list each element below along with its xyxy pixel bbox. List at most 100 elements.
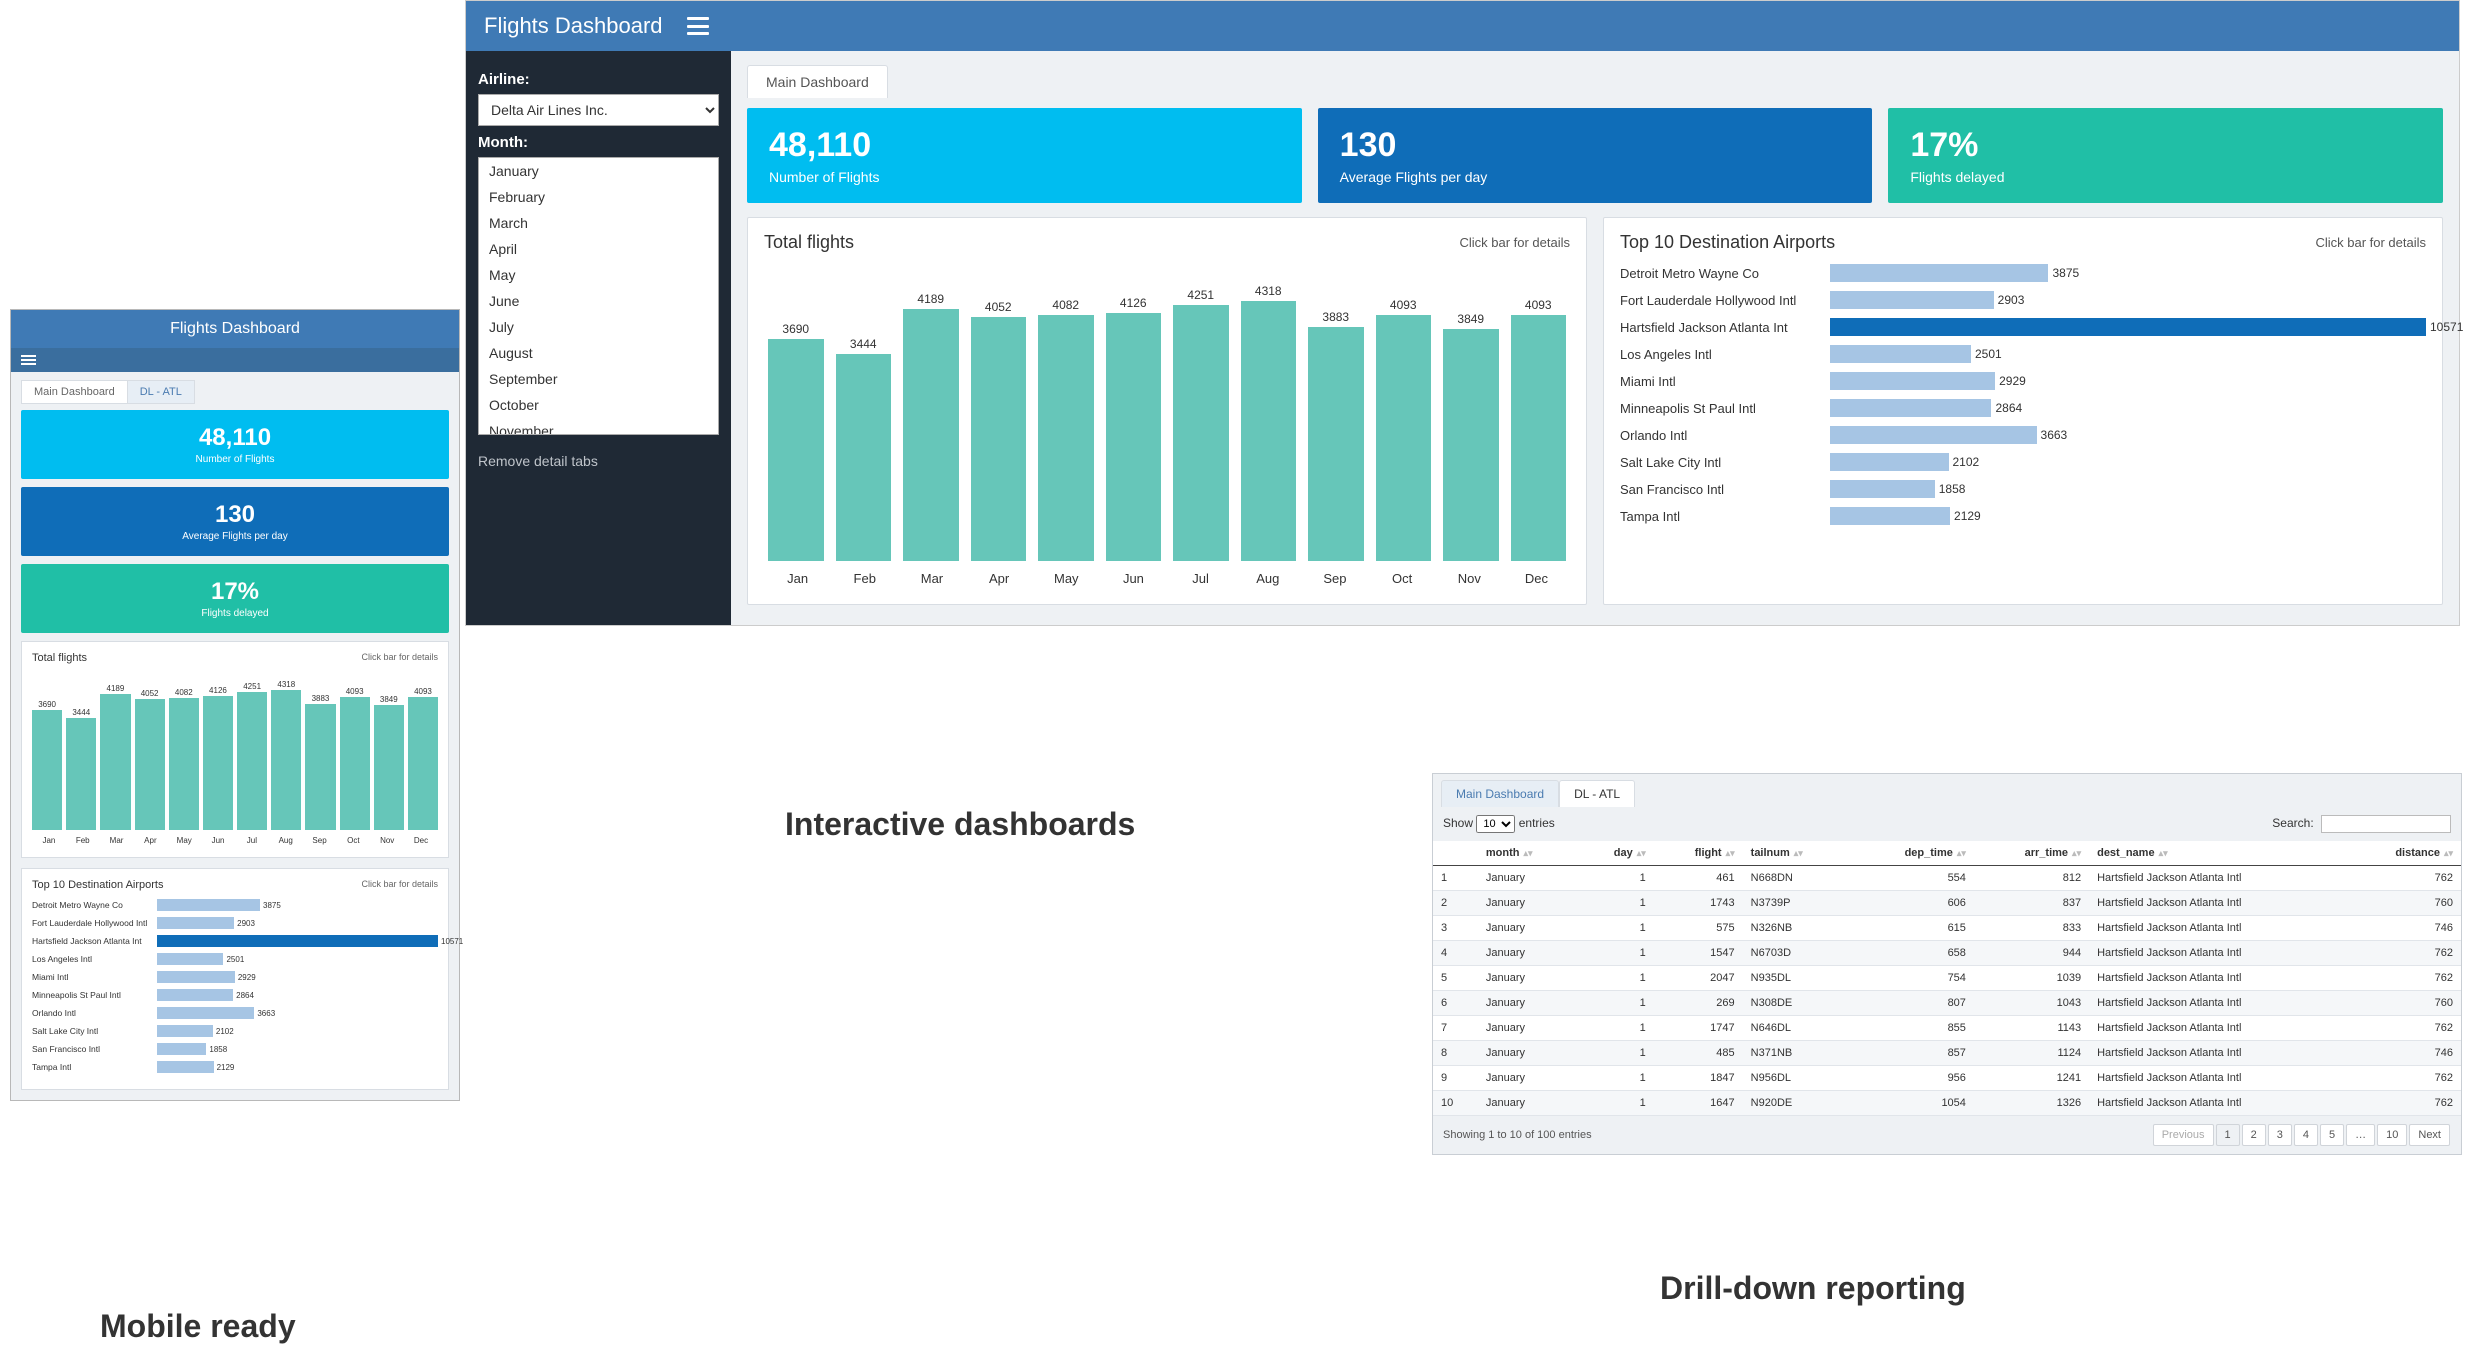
bar[interactable]: 3444 [836, 337, 892, 561]
drill-column-header[interactable]: dest_name▴▾ [2089, 841, 2344, 866]
bar[interactable]: 4093 [340, 687, 370, 830]
bar[interactable]: 4126 [1106, 296, 1162, 561]
month-option[interactable]: March [479, 210, 718, 236]
hbar-row[interactable]: Salt Lake City Intl2102 [1620, 450, 2426, 474]
hbar-row[interactable]: San Francisco Intl1858 [1620, 477, 2426, 501]
pager-page[interactable]: … [2346, 1124, 2375, 1146]
pager-prev[interactable]: Previous [2153, 1124, 2214, 1146]
month-option[interactable]: April [479, 236, 718, 262]
month-option[interactable]: February [479, 184, 718, 210]
hbar-row[interactable]: Hartsfield Jackson Atlanta Int10571 [32, 933, 438, 949]
bar[interactable]: 3444 [66, 708, 96, 830]
bar[interactable]: 4082 [169, 688, 199, 830]
tab-main-dashboard[interactable]: Main Dashboard [747, 65, 888, 98]
hbar-row[interactable]: Salt Lake City Intl2102 [32, 1023, 438, 1039]
hamburger-icon[interactable] [687, 17, 709, 35]
month-option[interactable]: June [479, 288, 718, 314]
month-listbox[interactable]: JanuaryFebruaryMarchAprilMayJuneJulyAugu… [478, 157, 719, 435]
pager-page[interactable]: 3 [2268, 1124, 2292, 1146]
bar[interactable]: 4052 [135, 689, 165, 830]
month-option[interactable]: January [479, 158, 718, 184]
month-option[interactable]: November [479, 418, 718, 435]
drill-column-header[interactable]: month▴▾ [1478, 841, 1578, 866]
bar[interactable]: 3690 [32, 700, 62, 830]
mobile-total-flights-chart[interactable]: 3690344441894052408241264251431838834093… [32, 670, 438, 830]
bar[interactable]: 3883 [305, 694, 335, 830]
bar[interactable]: 4251 [237, 682, 267, 830]
table-row[interactable]: 6January1269N308DE8071043Hartsfield Jack… [1433, 991, 2461, 1016]
drill-column-header[interactable]: day▴▾ [1577, 841, 1653, 866]
top10-chart[interactable]: Detroit Metro Wayne Co3875 Fort Lauderdal… [1620, 261, 2426, 528]
mobile-tab-main[interactable]: Main Dashboard [21, 380, 128, 404]
hbar-row[interactable]: Los Angeles Intl2501 [1620, 342, 2426, 366]
remove-tabs-link[interactable]: Remove detail tabs [478, 453, 719, 469]
bar[interactable]: 3883 [1308, 310, 1364, 561]
pager-next[interactable]: Next [2409, 1124, 2450, 1146]
drill-column-header[interactable]: flight▴▾ [1654, 841, 1743, 866]
month-option[interactable]: July [479, 314, 718, 340]
bar[interactable]: 4093 [1376, 298, 1432, 561]
hbar-row[interactable]: Fort Lauderdale Hollywood Intl2903 [32, 915, 438, 931]
hbar-row[interactable]: Tampa Intl2129 [1620, 504, 2426, 528]
mobile-hamburger-bar[interactable] [11, 348, 459, 372]
bar[interactable]: 4251 [1173, 288, 1229, 561]
month-option[interactable]: August [479, 340, 718, 366]
airline-select[interactable]: Delta Air Lines Inc. [478, 94, 719, 126]
table-row[interactable]: 8January1485N371NB8571124Hartsfield Jack… [1433, 1041, 2461, 1066]
table-row[interactable]: 5January12047N935DL7541039Hartsfield Jac… [1433, 966, 2461, 991]
month-option[interactable]: October [479, 392, 718, 418]
bar[interactable]: 3849 [1443, 312, 1499, 561]
table-row[interactable]: 10January11647N920DE10541326Hartsfield J… [1433, 1091, 2461, 1116]
bar[interactable]: 4189 [100, 684, 130, 830]
pager-page[interactable]: 10 [2377, 1124, 2407, 1146]
bar[interactable]: 3849 [374, 695, 404, 830]
month-option[interactable]: September [479, 366, 718, 392]
hbar-row[interactable]: Detroit Metro Wayne Co3875 [1620, 261, 2426, 285]
bar[interactable]: 3690 [768, 322, 824, 561]
bar[interactable]: 4093 [1511, 298, 1567, 561]
drill-column-header[interactable]: dep_time▴▾ [1851, 841, 1974, 866]
hbar-row[interactable]: Minneapolis St Paul Intl2864 [1620, 396, 2426, 420]
hbar-row[interactable]: Miami Intl2929 [1620, 369, 2426, 393]
table-row[interactable]: 1January1461N668DN554812Hartsfield Jacks… [1433, 866, 2461, 891]
hbar-row[interactable]: Orlando Intl3663 [32, 1005, 438, 1021]
pager-page[interactable]: 5 [2320, 1124, 2344, 1146]
mobile-top10-chart[interactable]: Detroit Metro Wayne Co3875 Fort Lauderdal… [32, 897, 438, 1075]
total-flights-chart[interactable]: 3690344441894052408241264251431838834093… [764, 261, 1570, 561]
mobile-tab-drill[interactable]: DL - ATL [128, 380, 195, 404]
table-row[interactable]: 3January1575N326NB615833Hartsfield Jacks… [1433, 916, 2461, 941]
bar[interactable]: 4318 [1241, 284, 1297, 561]
bar[interactable]: 4189 [903, 292, 959, 561]
drill-page-size-select[interactable]: 10 [1476, 815, 1515, 833]
drill-search: Search: [2272, 815, 2451, 833]
drill-column-header[interactable]: tailnum▴▾ [1743, 841, 1851, 866]
month-option[interactable]: May [479, 262, 718, 288]
hbar-row[interactable]: Hartsfield Jackson Atlanta Int10571 [1620, 315, 2426, 339]
pager-page[interactable]: 2 [2242, 1124, 2266, 1146]
drill-tab-main[interactable]: Main Dashboard [1441, 780, 1559, 807]
pager-page[interactable]: 4 [2294, 1124, 2318, 1146]
drill-column-header[interactable]: arr_time▴▾ [1974, 841, 2089, 866]
bar[interactable]: 4318 [271, 680, 301, 830]
bar[interactable]: 4126 [203, 686, 233, 830]
bar[interactable]: 4082 [1038, 298, 1094, 561]
hbar-row[interactable]: Los Angeles Intl2501 [32, 951, 438, 967]
drill-tab-dlatl[interactable]: DL - ATL [1559, 780, 1635, 807]
hbar-row[interactable]: San Francisco Intl1858 [32, 1041, 438, 1057]
drill-search-input[interactable] [2321, 815, 2451, 833]
hbar-row[interactable]: Fort Lauderdale Hollywood Intl2903 [1620, 288, 2426, 312]
bar[interactable]: 4093 [408, 687, 438, 830]
bar[interactable]: 4052 [971, 300, 1027, 561]
table-row[interactable]: 9January11847N956DL9561241Hartsfield Jac… [1433, 1066, 2461, 1091]
table-row[interactable]: 7January11747N646DL8551143Hartsfield Jac… [1433, 1016, 2461, 1041]
hbar-row[interactable]: Tampa Intl2129 [32, 1059, 438, 1075]
table-row[interactable]: 2January11743N3739P606837Hartsfield Jack… [1433, 891, 2461, 916]
table-row[interactable]: 4January11547N6703D658944Hartsfield Jack… [1433, 941, 2461, 966]
hbar-row[interactable]: Orlando Intl3663 [1620, 423, 2426, 447]
pager-page[interactable]: 1 [2216, 1124, 2240, 1146]
drill-column-header[interactable]: distance▴▾ [2344, 841, 2461, 866]
drill-column-header[interactable] [1433, 841, 1478, 866]
hbar-row[interactable]: Minneapolis St Paul Intl2864 [32, 987, 438, 1003]
hbar-row[interactable]: Miami Intl2929 [32, 969, 438, 985]
hbar-row[interactable]: Detroit Metro Wayne Co3875 [32, 897, 438, 913]
